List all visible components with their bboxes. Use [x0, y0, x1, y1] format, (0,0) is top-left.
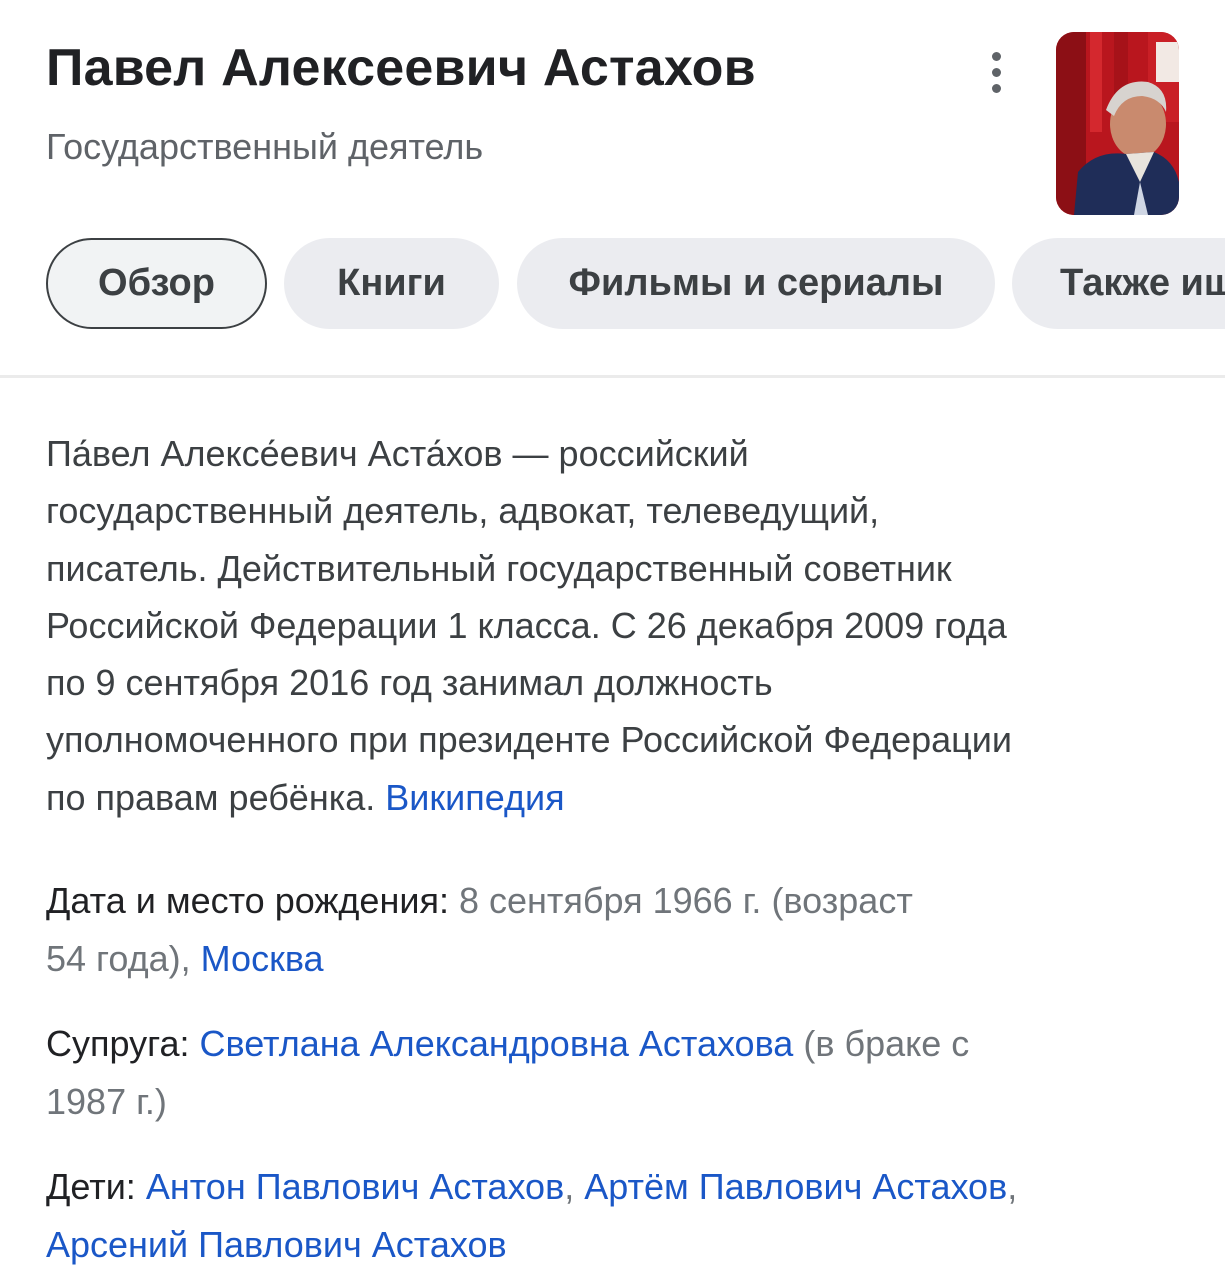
- fact-children-line2: Арсений Павлович Астахов: [46, 1216, 1186, 1274]
- description-line: по 9 сентября 2016 год занимал должность: [46, 662, 773, 704]
- more-options-button[interactable]: [970, 46, 1022, 98]
- spouse-note-year: 1987 г.): [46, 1080, 167, 1122]
- spouse-note: (в браке с: [803, 1023, 970, 1064]
- entity-photo[interactable]: [1056, 32, 1179, 215]
- tab-films-series[interactable]: Фильмы и сериалы: [517, 238, 995, 329]
- fact-spouse-line2: 1987 г.): [46, 1073, 1186, 1131]
- fact-birth-line1: Дата и место рождения: 8 сентября 1966 г…: [46, 872, 1186, 930]
- description-last-line: по правам ребёнка. Википедия: [46, 769, 1186, 826]
- separator: ,: [1007, 1166, 1018, 1207]
- section-divider: [0, 375, 1225, 378]
- description-line: писатель. Действительный государственный…: [46, 547, 952, 589]
- fact-label: Дети:: [46, 1166, 136, 1207]
- tab-bar: Обзор Книги Фильмы и сериалы Также ищут: [46, 238, 1225, 329]
- fact-children: Дети: Антон Павлович Астахов, Артём Павл…: [46, 1158, 1186, 1273]
- tab-overview[interactable]: Обзор: [46, 238, 267, 329]
- person-photo: [1056, 32, 1179, 215]
- fact-birth: Дата и место рождения: 8 сентября 1966 г…: [46, 872, 1186, 987]
- spouse-link[interactable]: Светлана Александровна Астахова: [200, 1023, 794, 1064]
- more-vert-icon-dot: [991, 83, 1001, 93]
- fact-birth-line2: 54 года), Москва: [46, 930, 1186, 988]
- birth-age-value: 54 года),: [46, 937, 191, 979]
- description-line: Па́вел Алексе́евич Аста́хов — российский: [46, 433, 749, 474]
- separator: ,: [564, 1166, 575, 1207]
- birthplace-link[interactable]: Москва: [201, 938, 324, 979]
- description-line: Российской Федерации 1 класса. С 26 дека…: [46, 604, 1007, 646]
- knowledge-panel: Павел Алексеевич Астахов Государственный…: [0, 0, 1225, 1280]
- birth-date-value: 8 сентября 1966 г. (возраст: [458, 880, 913, 921]
- description-line: государственный деятель, адвокат, телеве…: [46, 490, 880, 532]
- entity-description: Па́вел Алексе́евич Аста́хов — российский…: [46, 425, 1186, 826]
- child-link[interactable]: Артём Павлович Астахов: [584, 1166, 1007, 1207]
- description-line: по правам ребёнка.: [46, 776, 376, 818]
- entity-subtitle: Государственный деятель: [46, 126, 484, 167]
- fact-spouse: Супруга: Светлана Александровна Астахова…: [46, 1015, 1186, 1130]
- fact-label: Дата и место рождения:: [46, 880, 449, 921]
- child-link[interactable]: Антон Павлович Астахов: [146, 1166, 564, 1207]
- tab-books[interactable]: Книги: [284, 238, 499, 329]
- description-line: уполномоченного при президенте Российско…: [46, 719, 1013, 761]
- more-vert-icon-dot: [991, 67, 1001, 77]
- wikipedia-link[interactable]: Википедия: [385, 777, 564, 818]
- entity-title: Павел Алексеевич Астахов: [46, 39, 756, 97]
- fact-children-line1: Дети: Антон Павлович Астахов, Артём Павл…: [46, 1158, 1186, 1216]
- child-link[interactable]: Арсений Павлович Астахов: [46, 1224, 507, 1265]
- tab-also-searched[interactable]: Также ищут: [1012, 238, 1225, 329]
- fact-spouse-line1: Супруга: Светлана Александровна Астахова…: [46, 1015, 1186, 1073]
- fact-label: Супруга:: [46, 1023, 190, 1064]
- more-vert-icon: [991, 51, 1001, 61]
